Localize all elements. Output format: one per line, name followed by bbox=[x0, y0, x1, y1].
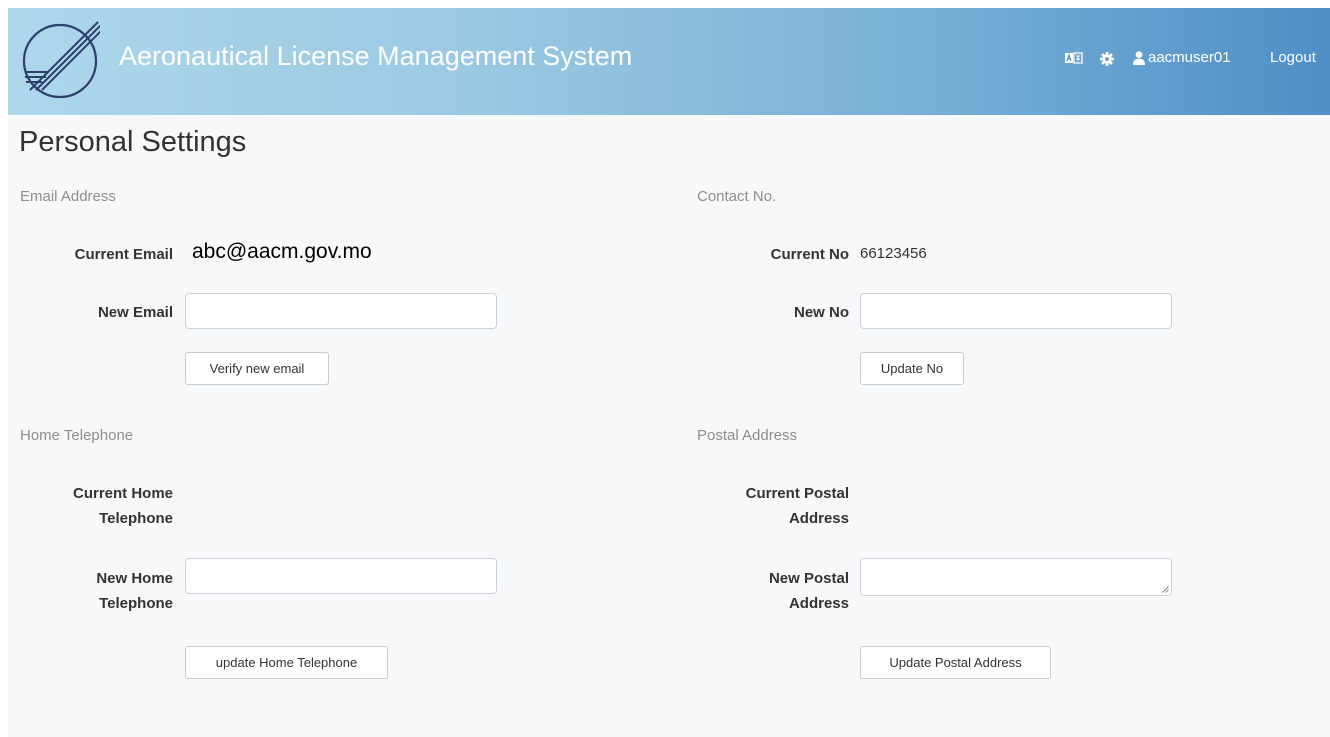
current-postal-address-label: Current Postal Address bbox=[697, 481, 849, 531]
header-bar: Aeronautical License Management System a… bbox=[8, 8, 1330, 115]
new-home-telephone-label-line1: New Home bbox=[96, 570, 173, 587]
email-section-title: Email Address bbox=[20, 188, 116, 205]
new-home-telephone-label: New Home Telephone bbox=[20, 566, 173, 616]
new-email-label: New Email bbox=[97, 304, 173, 321]
app-title: Aeronautical License Management System bbox=[119, 41, 633, 71]
current-email-value: abc@aacm.gov.mo bbox=[192, 240, 372, 263]
new-postal-address-label: New Postal Address bbox=[697, 566, 849, 616]
new-postal-address-label-line1: New Postal bbox=[768, 570, 849, 587]
new-postal-address-textarea[interactable] bbox=[860, 558, 1172, 596]
logout-link[interactable]: Logout bbox=[1270, 49, 1316, 66]
update-no-button[interactable]: Update No bbox=[860, 352, 964, 385]
user-icon bbox=[1133, 51, 1145, 65]
page-title: Personal Settings bbox=[19, 126, 247, 158]
update-home-telephone-button[interactable]: update Home Telephone bbox=[185, 646, 388, 679]
gear-icon[interactable] bbox=[1100, 52, 1114, 66]
current-postal-address-label-line2: Address bbox=[788, 510, 849, 527]
current-postal-address-label-line1: Current Postal bbox=[745, 485, 849, 502]
postal-address-section-title: Postal Address bbox=[697, 427, 798, 444]
new-home-telephone-label-line2: Telephone bbox=[99, 595, 173, 612]
current-no-value: 66123456 bbox=[860, 245, 927, 262]
current-no-label: Current No bbox=[770, 246, 849, 263]
contact-section-title: Contact No. bbox=[697, 188, 777, 205]
current-home-telephone-label: Current Home Telephone bbox=[20, 481, 173, 531]
resize-grip-icon[interactable] bbox=[1162, 586, 1169, 593]
username[interactable]: aacmuser01 bbox=[1148, 49, 1231, 66]
new-no-label: New No bbox=[793, 304, 849, 321]
new-no-input[interactable] bbox=[860, 293, 1172, 329]
current-email-label: Current Email bbox=[74, 246, 173, 263]
aircraft-wing-logo bbox=[22, 21, 100, 99]
update-postal-address-button[interactable]: Update Postal Address bbox=[860, 646, 1051, 679]
new-email-input[interactable] bbox=[185, 293, 497, 329]
app-window: Aeronautical License Management System a… bbox=[8, 8, 1330, 737]
language-switch-icon[interactable] bbox=[1065, 52, 1083, 65]
current-home-telephone-label-line2: Telephone bbox=[99, 510, 173, 527]
new-postal-address-label-line2: Address bbox=[788, 595, 849, 612]
home-telephone-section-title: Home Telephone bbox=[20, 427, 134, 444]
current-home-telephone-label-line1: Current Home bbox=[72, 485, 173, 502]
new-home-telephone-input[interactable] bbox=[185, 558, 497, 594]
verify-new-email-button[interactable]: Verify new email bbox=[185, 352, 329, 385]
